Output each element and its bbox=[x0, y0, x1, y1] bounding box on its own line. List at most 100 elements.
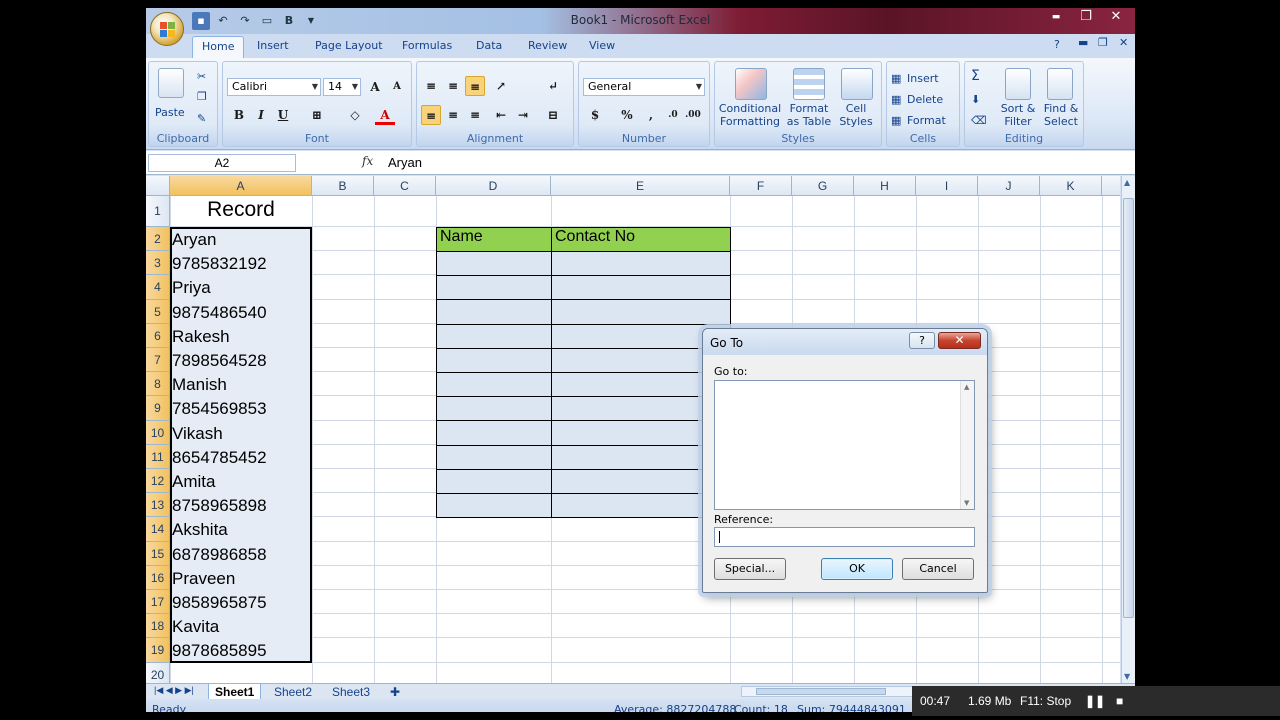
row-header[interactable]: 11 bbox=[146, 444, 170, 469]
row-header[interactable]: 17 bbox=[146, 590, 170, 615]
name-cell[interactable] bbox=[436, 468, 552, 494]
conditional-formatting-icon[interactable] bbox=[735, 68, 767, 100]
paste-button[interactable]: Paste bbox=[155, 106, 185, 119]
reference-input[interactable] bbox=[714, 527, 975, 547]
name-cell[interactable] bbox=[436, 372, 552, 398]
tab-page-layout[interactable]: Page Layout bbox=[315, 39, 383, 52]
contact-cell[interactable] bbox=[551, 299, 731, 325]
column-header-k[interactable]: K bbox=[1040, 176, 1102, 196]
tab-review[interactable]: Review bbox=[528, 39, 567, 52]
row-header[interactable]: 20 bbox=[146, 662, 170, 683]
row-header[interactable]: 8 bbox=[146, 372, 170, 397]
row-header[interactable]: 18 bbox=[146, 614, 170, 639]
align-middle-icon[interactable]: ≡ bbox=[443, 76, 463, 96]
sheet-tab-2[interactable]: Sheet2 bbox=[268, 684, 318, 700]
column-header-a[interactable]: A bbox=[170, 176, 312, 196]
cut-icon[interactable]: ✂ bbox=[197, 70, 206, 83]
copy-icon[interactable]: ❐ bbox=[197, 90, 207, 103]
column-header-f[interactable]: F bbox=[730, 176, 792, 196]
ribbon-restore-icon[interactable]: ❐ bbox=[1098, 36, 1108, 49]
italic-button[interactable]: I bbox=[251, 105, 271, 125]
insert-cells-icon[interactable]: ▦ bbox=[891, 72, 901, 85]
cell-a7[interactable]: 7898564528 bbox=[172, 351, 267, 371]
wrap-text-icon[interactable]: ↵ bbox=[543, 76, 563, 96]
row-header[interactable]: 19 bbox=[146, 638, 170, 663]
comma-button[interactable]: , bbox=[641, 105, 661, 125]
autosum-button[interactable]: Σ bbox=[971, 69, 980, 83]
decrease-indent-icon[interactable]: ⇤ bbox=[491, 105, 511, 125]
fill-icon[interactable]: ⬇ bbox=[971, 93, 980, 106]
bold-button[interactable]: B bbox=[229, 105, 249, 125]
cell-a1[interactable]: Record bbox=[170, 198, 312, 226]
format-cells-button[interactable]: Format bbox=[907, 114, 946, 127]
select-all-corner[interactable] bbox=[146, 176, 170, 196]
restore-button[interactable]: ❐ bbox=[1071, 8, 1101, 28]
cancel-button[interactable]: Cancel bbox=[902, 558, 974, 580]
help-icon[interactable]: ? bbox=[1054, 38, 1060, 51]
cell-styles-icon[interactable] bbox=[841, 68, 873, 100]
cell-a17[interactable]: 9858965875 bbox=[172, 593, 267, 613]
row-header[interactable]: 7 bbox=[146, 348, 170, 373]
font-color-icon[interactable]: A bbox=[375, 105, 395, 125]
scroll-down-icon[interactable]: ▼ bbox=[964, 499, 969, 507]
name-cell[interactable] bbox=[436, 493, 552, 519]
column-header-e[interactable]: E bbox=[551, 176, 730, 196]
delete-cells-icon[interactable]: ▦ bbox=[891, 93, 901, 106]
name-cell[interactable] bbox=[436, 299, 552, 325]
tab-insert[interactable]: Insert bbox=[257, 39, 289, 52]
borders-icon[interactable]: ⊞ bbox=[307, 105, 327, 125]
cell-a5[interactable]: 9875486540 bbox=[172, 303, 267, 323]
row-header[interactable]: 2 bbox=[146, 227, 170, 252]
name-cell[interactable] bbox=[436, 275, 552, 301]
grow-font-button[interactable]: A bbox=[365, 77, 385, 97]
font-size-select[interactable]: 14 ▼ bbox=[323, 78, 361, 96]
format-cells-icon[interactable]: ▦ bbox=[891, 114, 901, 127]
conditional-formatting-button[interactable]: Conditional Formatting bbox=[717, 102, 783, 128]
dialog-help-button[interactable]: ? bbox=[909, 332, 935, 349]
cell-a19[interactable]: 9878685895 bbox=[172, 641, 267, 661]
row-header[interactable]: 5 bbox=[146, 299, 170, 324]
close-button[interactable]: ✕ bbox=[1101, 8, 1131, 28]
insert-function-button[interactable]: fx bbox=[362, 154, 373, 168]
row-header[interactable]: 16 bbox=[146, 565, 170, 590]
office-button[interactable] bbox=[150, 12, 184, 46]
name-cell[interactable] bbox=[436, 444, 552, 470]
goto-list[interactable]: ▲ ▼ bbox=[714, 380, 975, 510]
tab-view[interactable]: View bbox=[589, 39, 615, 52]
cell-a6[interactable]: Rakesh bbox=[172, 327, 230, 347]
dialog-close-button[interactable]: ✕ bbox=[938, 332, 981, 349]
insert-cells-button[interactable]: Insert bbox=[907, 72, 939, 85]
ok-button[interactable]: OK bbox=[821, 558, 893, 580]
column-header-g[interactable]: G bbox=[792, 176, 854, 196]
cell-styles-button[interactable]: Cell Styles bbox=[833, 102, 879, 128]
format-painter-icon[interactable]: ✎ bbox=[197, 112, 206, 125]
align-right-icon[interactable]: ≡ bbox=[465, 105, 485, 125]
minimize-button[interactable]: ▬ bbox=[1041, 8, 1071, 28]
cell-a8[interactable]: Manish bbox=[172, 375, 227, 395]
tab-data[interactable]: Data bbox=[476, 39, 502, 52]
horizontal-scroll-thumb[interactable] bbox=[756, 688, 886, 695]
ribbon-minimize-icon[interactable]: ▬ bbox=[1078, 36, 1088, 49]
currency-button[interactable]: $ bbox=[585, 105, 605, 125]
stop-icon[interactable]: ■ bbox=[1116, 694, 1123, 708]
align-top-icon[interactable]: ≡ bbox=[421, 76, 441, 96]
sort-filter-button[interactable]: Sort & Filter bbox=[995, 102, 1041, 128]
pause-icon[interactable]: ❚❚ bbox=[1085, 694, 1105, 708]
clear-icon[interactable]: ⌫ bbox=[971, 114, 987, 127]
increase-indent-icon[interactable]: ⇥ bbox=[513, 105, 533, 125]
sort-filter-icon[interactable] bbox=[1005, 68, 1031, 100]
name-cell[interactable] bbox=[436, 323, 552, 349]
name-cell[interactable] bbox=[436, 251, 552, 277]
cell-d2[interactable]: Name bbox=[436, 227, 552, 252]
name-cell[interactable] bbox=[436, 396, 552, 422]
row-header[interactable]: 14 bbox=[146, 517, 170, 542]
row-header[interactable]: 4 bbox=[146, 275, 170, 300]
cell-a16[interactable]: Praveen bbox=[172, 569, 235, 589]
cell-e2[interactable]: Contact No bbox=[551, 227, 731, 252]
cell-a11[interactable]: 8654785452 bbox=[172, 448, 267, 468]
formula-input[interactable]: Aryan bbox=[388, 155, 422, 170]
tab-formulas[interactable]: Formulas bbox=[402, 39, 452, 52]
font-name-select[interactable]: Calibri ▼ bbox=[227, 78, 321, 96]
row-header[interactable]: 10 bbox=[146, 420, 170, 445]
column-header-c[interactable]: C bbox=[374, 176, 436, 196]
